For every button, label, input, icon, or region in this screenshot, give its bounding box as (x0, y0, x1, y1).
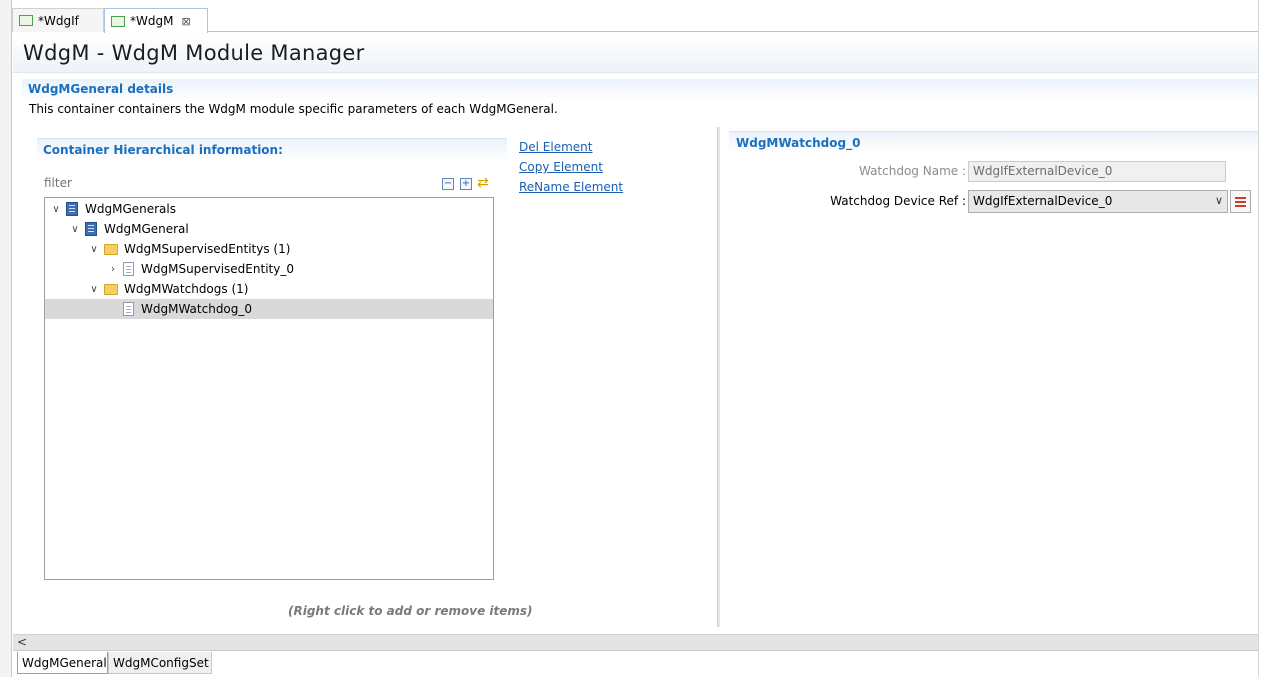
scroll-left-icon[interactable]: < (17, 635, 27, 649)
file-icon (123, 262, 134, 276)
folder-icon (104, 243, 118, 255)
file-icon (19, 15, 33, 26)
list-icon (1235, 200, 1246, 203)
list-icon (1235, 196, 1246, 199)
close-icon[interactable]: ⊠ (181, 15, 190, 28)
right-frame (1258, 0, 1262, 677)
details-description: This container containers the WdgM modul… (29, 102, 558, 116)
file-icon (123, 302, 134, 316)
left-frame (0, 0, 12, 677)
page-tab-bar: WdgMGeneral WdgMConfigSet (13, 650, 1262, 674)
tree-item-label: WdgMWatchdogs (1) (124, 282, 249, 296)
watchdog-device-ref-select[interactable]: WdgIfExternalDevice_0 ∨ (968, 190, 1228, 213)
select-value: WdgIfExternalDevice_0 (973, 194, 1113, 208)
container-icon (85, 222, 97, 236)
container-tree[interactable]: ∨ WdgMGenerals ∨ WdgMGeneral ∨ WdgMSuper… (44, 197, 494, 580)
horizontal-scrollbar[interactable]: < (13, 634, 1262, 650)
chevron-down-icon[interactable]: ∨ (87, 244, 101, 255)
chevron-down-icon[interactable]: ∨ (49, 204, 63, 215)
rename-element-link[interactable]: ReName Element (519, 180, 623, 194)
list-icon (1235, 204, 1246, 207)
tree-item-label: WdgMWatchdog_0 (141, 302, 253, 316)
tab-label: *WdgIf (38, 13, 79, 28)
chevron-right-icon[interactable]: › (106, 264, 120, 275)
tab-label: *WdgM (130, 14, 174, 28)
filter-input[interactable] (44, 174, 424, 192)
chevron-down-icon[interactable]: ∨ (1215, 194, 1223, 207)
page-title: WdgM - WdgM Module Manager (23, 41, 365, 65)
del-element-link[interactable]: Del Element (519, 140, 623, 154)
details-section-title: WdgMGeneral details (28, 82, 174, 96)
file-icon (111, 15, 125, 27)
watchdog-name-label: Watchdog Name : (858, 164, 966, 178)
tree-item-label: WdgMGeneral (104, 222, 189, 236)
tree-item-watchdogs[interactable]: ∨ WdgMWatchdogs (1) (45, 279, 493, 299)
details-section-header[interactable]: WdgMGeneral details (22, 79, 1262, 101)
tab-wdgmconfigset[interactable]: WdgMConfigSet (108, 652, 212, 674)
tab-wdgmgeneral[interactable]: WdgMGeneral (17, 652, 108, 674)
expand-all-icon[interactable]: + (460, 178, 472, 190)
chevron-down-icon[interactable]: ∨ (68, 224, 82, 235)
tree-hint: (Right click to add or remove items) (288, 604, 533, 618)
watchdog-name-field: WdgIfExternalDevice_0 (968, 161, 1226, 182)
hierarchy-section-title: Container Hierarchical information: (43, 143, 283, 157)
pane-sash[interactable] (717, 127, 720, 627)
editor-window: *WdgIf *WdgM ⊠ WdgM - WdgM Module Manage… (0, 0, 1262, 677)
reference-list-button[interactable] (1230, 190, 1251, 213)
editor-tab-bar: *WdgIf *WdgM ⊠ (12, 8, 1262, 33)
sync-icon[interactable]: ⇄ (477, 175, 489, 191)
watchdog-section-header: WdgMWatchdog_0 (729, 131, 1262, 153)
folder-icon (104, 283, 118, 295)
container-icon (66, 202, 78, 216)
tree-item-label: WdgMSupervisedEntity_0 (141, 262, 294, 276)
tab-wdgif[interactable]: *WdgIf (12, 8, 104, 32)
watchdog-section-title: WdgMWatchdog_0 (736, 136, 861, 150)
tab-wdgm[interactable]: *WdgM ⊠ (104, 8, 208, 33)
form-header: WdgM - WdgM Module Manager (13, 33, 1262, 73)
tree-item-wdgmgenerals[interactable]: ∨ WdgMGenerals (45, 199, 493, 219)
tree-item-wdgmgeneral[interactable]: ∨ WdgMGeneral (45, 219, 493, 239)
collapse-all-icon[interactable]: − (442, 178, 454, 190)
tree-item-label: WdgMSupervisedEntitys (1) (124, 242, 291, 256)
watchdog-device-ref-label: Watchdog Device Ref : (830, 194, 966, 208)
tree-item-supervised-entity-0[interactable]: › WdgMSupervisedEntity_0 (45, 259, 493, 279)
tree-item-supervised-entitys[interactable]: ∨ WdgMSupervisedEntitys (1) (45, 239, 493, 259)
element-actions: Del Element Copy Element ReName Element (519, 140, 623, 200)
tree-item-label: WdgMGenerals (85, 202, 176, 216)
chevron-down-icon[interactable]: ∨ (87, 284, 101, 295)
copy-element-link[interactable]: Copy Element (519, 160, 623, 174)
hierarchy-section-header: Container Hierarchical information: (37, 138, 507, 160)
tree-item-watchdog-0[interactable]: WdgMWatchdog_0 (45, 299, 493, 319)
